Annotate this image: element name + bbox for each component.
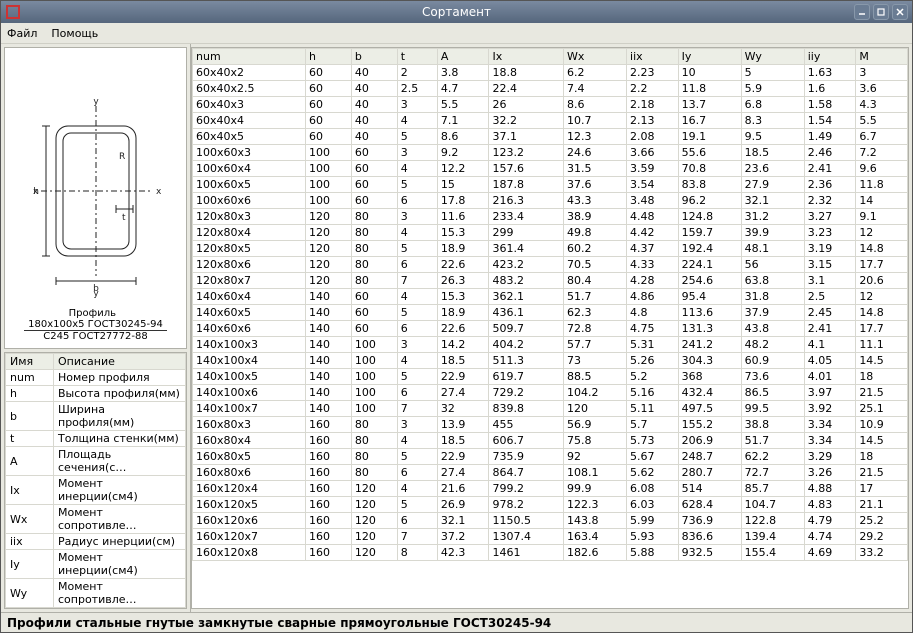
col-Ix[interactable]: Ix <box>489 49 564 65</box>
svg-text:t: t <box>122 213 126 223</box>
table-row[interactable]: 160x120x5160120526.9978.2122.36.03628.41… <box>193 497 908 513</box>
table-row[interactable]: 60x40x5604058.637.112.32.0819.19.51.496.… <box>193 129 908 145</box>
svg-text:y: y <box>93 97 99 107</box>
menubar: Файл Помощь <box>1 23 912 44</box>
legend-row[interactable]: IxМомент инерции(см4) <box>6 476 186 505</box>
col-b[interactable]: b <box>351 49 397 65</box>
col-t[interactable]: t <box>397 49 437 65</box>
table-row[interactable]: 120x80x512080518.9361.460.24.37192.448.1… <box>193 241 908 257</box>
legend-col-desc[interactable]: Описание <box>54 354 186 370</box>
col-Wy[interactable]: Wy <box>741 49 804 65</box>
table-row[interactable]: 100x60x610060617.8216.343.33.4896.232.12… <box>193 193 908 209</box>
col-iix[interactable]: iix <box>627 49 679 65</box>
table-row[interactable]: 160x120x7160120737.21307.4163.45.93836.6… <box>193 529 908 545</box>
legend-col-name[interactable]: Имя <box>6 354 54 370</box>
table-row[interactable]: 120x80x412080415.329949.84.42159.739.93.… <box>193 225 908 241</box>
menu-help[interactable]: Помощь <box>51 27 98 40</box>
close-button[interactable] <box>892 4 908 20</box>
svg-text:R: R <box>119 152 125 162</box>
legend-row[interactable]: bШирина профиля(мм) <box>6 402 186 431</box>
legend-row[interactable]: tТолщина стенки(мм) <box>6 431 186 447</box>
table-row[interactable]: 120x80x612080622.6423.270.54.33224.1563.… <box>193 257 908 273</box>
legend-row[interactable]: hВысота профиля(мм) <box>6 386 186 402</box>
legend-table[interactable]: Имя Описание numНомер профиляhВысота про… <box>4 352 187 609</box>
table-row[interactable]: 160x120x4160120421.6799.299.96.0851485.7… <box>193 481 908 497</box>
table-row[interactable]: 140x60x414060415.3362.151.74.8695.431.82… <box>193 289 908 305</box>
title-text: Сортамент <box>422 5 491 19</box>
table-row[interactable]: 160x120x6160120632.11150.5143.85.99736.9… <box>193 513 908 529</box>
table-row[interactable]: 160x80x616080627.4864.7108.15.62280.772.… <box>193 465 908 481</box>
profile-spec-bottom: С245 ГОСТ27772-88 <box>43 331 147 342</box>
legend-row[interactable]: iixРадиус инерции(см) <box>6 534 186 550</box>
table-row[interactable]: 100x60x410060412.2157.631.53.5970.823.62… <box>193 161 908 177</box>
table-row[interactable]: 120x80x712080726.3483.280.44.28254.663.8… <box>193 273 908 289</box>
menu-file[interactable]: Файл <box>7 27 37 40</box>
table-row[interactable]: 160x80x516080522.9735.9925.67248.762.23.… <box>193 449 908 465</box>
legend-row[interactable]: numНомер профиля <box>6 370 186 386</box>
table-row[interactable]: 60x40x3604035.5268.62.1813.76.81.584.3 <box>193 97 908 113</box>
table-row[interactable]: 60x40x2604023.818.86.22.231051.633 <box>193 65 908 81</box>
table-row[interactable]: 140x60x514060518.9436.162.34.8113.637.92… <box>193 305 908 321</box>
svg-text:x: x <box>156 187 162 197</box>
main-table[interactable]: numhbtAIxWxiixIyWyiiyM 60x40x2604023.818… <box>191 47 909 609</box>
col-num[interactable]: num <box>193 49 306 65</box>
legend-row[interactable]: iiyРадиус инерции(см) <box>6 608 186 610</box>
app-window: Сортамент Файл Помощь <box>0 0 913 633</box>
col-h[interactable]: h <box>306 49 352 65</box>
svg-text:b: b <box>93 284 99 294</box>
col-iiy[interactable]: iiy <box>804 49 856 65</box>
minimize-button[interactable] <box>854 4 870 20</box>
col-A[interactable]: A <box>437 49 489 65</box>
left-panel: y y x x b h t R Профиль 180x100x5 ГОСТ30… <box>1 44 191 612</box>
svg-text:h: h <box>33 187 39 197</box>
table-row[interactable]: 120x80x312080311.6233.438.94.48124.831.2… <box>193 209 908 225</box>
table-row[interactable]: 60x40x4604047.132.210.72.1316.78.31.545.… <box>193 113 908 129</box>
table-row[interactable]: 140x100x5140100522.9619.788.55.236873.64… <box>193 369 908 385</box>
legend-row[interactable]: AПлощадь сечения(с… <box>6 447 186 476</box>
table-row[interactable]: 100x60x31006039.2123.224.63.6655.618.52.… <box>193 145 908 161</box>
status-text: Профили стальные гнутые замкнутые сварны… <box>7 616 551 630</box>
profile-label: Профиль <box>69 308 116 319</box>
legend-row[interactable]: WyМомент сопротивле… <box>6 579 186 608</box>
legend-row[interactable]: WxМомент сопротивле… <box>6 505 186 534</box>
profile-spec-top: 180x100x5 ГОСТ30245-94 <box>24 319 167 331</box>
profile-drawing: y y x x b h t R <box>21 91 171 311</box>
table-row[interactable]: 160x80x416080418.5606.775.85.73206.951.7… <box>193 433 908 449</box>
profile-preview: y y x x b h t R Профиль 180x100x5 ГОСТ30… <box>4 47 187 349</box>
maximize-button[interactable] <box>873 4 889 20</box>
table-row[interactable]: 140x100x6140100627.4729.2104.25.16432.48… <box>193 385 908 401</box>
table-row[interactable]: 140x100x7140100732839.81205.11497.599.53… <box>193 401 908 417</box>
app-icon <box>5 4 21 20</box>
titlebar: Сортамент <box>1 1 912 23</box>
table-row[interactable]: 160x80x316080313.945556.95.7155.238.83.3… <box>193 417 908 433</box>
table-row[interactable]: 60x40x2.560402.54.722.47.42.211.85.91.63… <box>193 81 908 97</box>
col-Wx[interactable]: Wx <box>563 49 626 65</box>
table-row[interactable]: 160x120x8160120842.31461182.65.88932.515… <box>193 545 908 561</box>
col-M[interactable]: M <box>856 49 908 65</box>
content-area: y y x x b h t R Профиль 180x100x5 ГОСТ30… <box>1 44 912 612</box>
table-row[interactable]: 100x60x510060515187.837.63.5483.827.92.3… <box>193 177 908 193</box>
legend-row[interactable]: IyМомент инерции(см4) <box>6 550 186 579</box>
table-row[interactable]: 140x100x3140100314.2404.257.75.31241.248… <box>193 337 908 353</box>
table-row[interactable]: 140x60x614060622.6509.772.84.75131.343.8… <box>193 321 908 337</box>
statusbar: Профили стальные гнутые замкнутые сварны… <box>1 612 912 632</box>
col-Iy[interactable]: Iy <box>678 49 741 65</box>
table-row[interactable]: 140x100x4140100418.5511.3735.26304.360.9… <box>193 353 908 369</box>
